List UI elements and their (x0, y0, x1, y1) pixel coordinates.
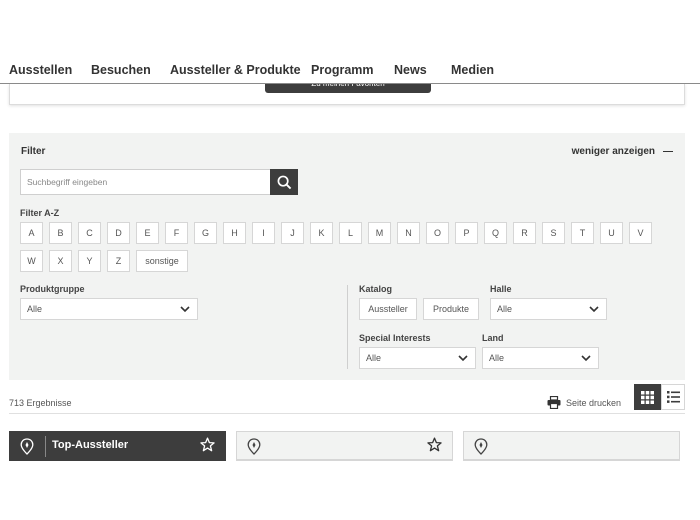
letter-filter-button[interactable]: P (455, 222, 478, 244)
halle-label: Halle (490, 284, 512, 294)
card-separator (45, 436, 46, 457)
results-divider (9, 413, 685, 414)
letter-filter-button[interactable]: C (78, 222, 101, 244)
letter-filter-button[interactable]: G (194, 222, 217, 244)
letter-filter-button[interactable]: O (426, 222, 449, 244)
location-pin-icon (474, 438, 488, 455)
nav-item-programm[interactable]: Programm (311, 63, 374, 77)
letter-row-2: W X Y Zsonstige (20, 250, 680, 272)
letter-row-1: ABCDEFGHIJKLMNOPQRSTUV (20, 222, 680, 244)
halle-select[interactable]: Alle (490, 298, 607, 320)
katalog-label: Katalog (359, 284, 393, 294)
letter-filter-button[interactable]: D (107, 222, 130, 244)
exhibitor-detail-card: Zu meinen Favoriten (9, 84, 685, 105)
produktgruppe-value: Alle (27, 304, 43, 314)
land-label: Land (482, 333, 504, 343)
list-icon (666, 391, 680, 403)
chevron-down-icon (180, 306, 190, 313)
show-less-toggle[interactable]: weniger anzeigen (572, 146, 673, 157)
print-page-button[interactable]: Seite drucken (547, 396, 621, 409)
chevron-down-icon (581, 355, 591, 362)
letter-filter-button[interactable]: I (252, 222, 275, 244)
nav-item-news[interactable]: News (394, 63, 427, 77)
special-interests-select[interactable]: Alle (359, 347, 476, 369)
letter-filter-button[interactable]: M (368, 222, 391, 244)
letter-filter-button[interactable]: N (397, 222, 420, 244)
letter-filter-button[interactable]: S (542, 222, 565, 244)
grid-view-button[interactable] (634, 384, 661, 410)
nav-item-aussteller-produkte[interactable]: Aussteller & Produkte (170, 63, 301, 77)
letter-filter-button[interactable]: Y (78, 250, 101, 272)
minus-icon (663, 150, 673, 153)
nav-item-medien[interactable]: Medien (451, 63, 494, 77)
card-title: Top-Aussteller (52, 439, 129, 451)
filter-az-label: Filter A-Z (20, 208, 60, 218)
letter-filter-button[interactable]: W (20, 250, 43, 272)
letter-filter-button[interactable]: K (310, 222, 333, 244)
add-to-favorites-button[interactable]: Zu meinen Favoriten (265, 84, 431, 93)
filter-title: Filter (21, 146, 46, 157)
land-value: Alle (489, 353, 505, 363)
card-body-edge (463, 459, 680, 461)
search-input[interactable] (20, 169, 271, 195)
chevron-down-icon (589, 306, 599, 313)
letter-filter-button[interactable]: R (513, 222, 536, 244)
list-view-button[interactable] (661, 384, 685, 410)
letter-filter-button[interactable]: U (600, 222, 623, 244)
letter-filter-button[interactable]: J (281, 222, 304, 244)
search-icon (277, 175, 291, 189)
filter-divider (347, 285, 348, 369)
exhibitor-card-top[interactable]: Top-Aussteller (9, 431, 226, 461)
location-pin-icon (247, 438, 261, 455)
letter-filter-button[interactable]: E (136, 222, 159, 244)
nav-item-besuchen[interactable]: Besuchen (91, 63, 151, 77)
card-body-edge (9, 459, 226, 461)
letter-filter-button[interactable]: V (629, 222, 652, 244)
search-button[interactable] (270, 169, 298, 195)
nav-item-ausstellen[interactable]: Ausstellen (9, 63, 72, 77)
letter-filter-button[interactable]: A (20, 222, 43, 244)
star-icon[interactable] (427, 437, 442, 452)
printer-icon (547, 396, 561, 409)
star-icon[interactable] (200, 437, 215, 452)
halle-value: Alle (497, 304, 513, 314)
chevron-down-icon (458, 355, 468, 362)
special-interests-value: Alle (366, 353, 382, 363)
katalog-aussteller-toggle[interactable]: Aussteller (359, 298, 417, 320)
grid-icon (641, 390, 654, 404)
land-select[interactable]: Alle (482, 347, 599, 369)
produktgruppe-select[interactable]: Alle (20, 298, 198, 320)
letter-filter: ABCDEFGHIJKLMNOPQRSTUV W X Y Zsonstige (20, 222, 680, 278)
letter-filter-button[interactable]: X (49, 250, 72, 272)
location-pin-icon (20, 438, 34, 455)
katalog-produkte-toggle[interactable]: Produkte (423, 298, 479, 320)
letter-filter-button[interactable]: T (571, 222, 594, 244)
produktgruppe-label: Produktgruppe (20, 284, 85, 294)
letter-filter-button[interactable]: Z (107, 250, 130, 272)
special-interests-label: Special Interests (359, 333, 431, 343)
letter-filter-button[interactable]: L (339, 222, 362, 244)
results-count: 713 Ergebnisse (9, 398, 72, 408)
print-page-label: Seite drucken (566, 397, 622, 408)
filter-panel: Filter weniger anzeigen Filter A-Z ABCDE… (9, 133, 685, 380)
letter-filter-button[interactable]: F (165, 222, 188, 244)
show-less-label: weniger anzeigen (571, 146, 655, 157)
letter-filter-button[interactable]: H (223, 222, 246, 244)
card-body-edge (236, 459, 453, 461)
letter-filter-button[interactable]: Q (484, 222, 507, 244)
exhibitor-card[interactable] (236, 431, 453, 461)
main-navigation: Ausstellen Besuchen Aussteller & Produkt… (0, 0, 700, 84)
letter-filter-other[interactable]: sonstige (136, 250, 188, 272)
exhibitor-card[interactable] (463, 431, 680, 461)
letter-filter-button[interactable]: B (49, 222, 72, 244)
